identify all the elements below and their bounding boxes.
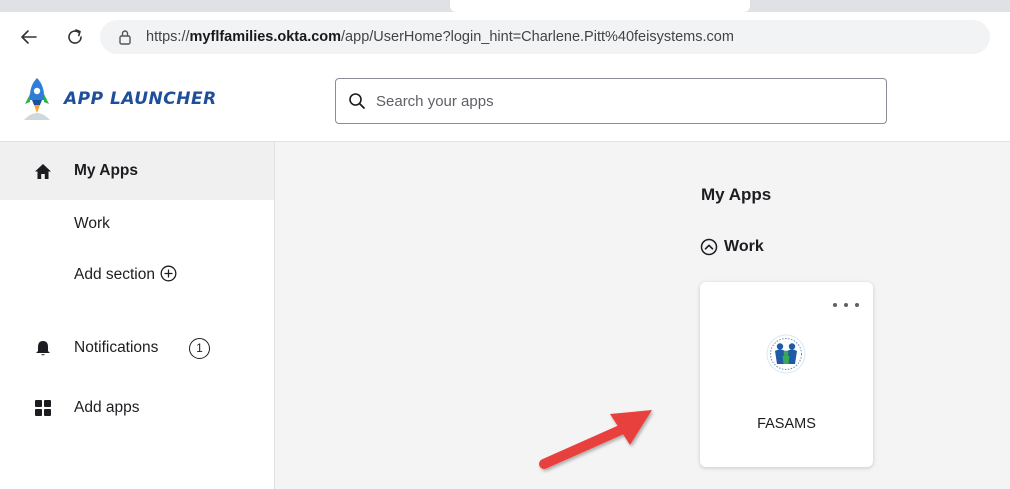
back-button[interactable] bbox=[14, 22, 44, 52]
sidebar-item-label: Add section bbox=[74, 265, 177, 284]
search-icon bbox=[349, 93, 365, 109]
logo-wordmark: APP LAUNCHER bbox=[64, 89, 217, 109]
page-title: My Apps bbox=[701, 185, 772, 204]
sidebar-item-work[interactable]: Work bbox=[0, 200, 274, 248]
rocket-logo-icon bbox=[24, 78, 50, 120]
search-box[interactable] bbox=[335, 78, 887, 124]
add-section-text: Add section bbox=[74, 265, 155, 283]
annotation-arrow-icon bbox=[539, 410, 652, 469]
search-input[interactable] bbox=[376, 92, 856, 110]
sidebar-item-notifications[interactable]: Notifications 1 bbox=[0, 326, 274, 370]
apps-grid-icon bbox=[34, 399, 52, 417]
address-bar[interactable]: https://myflfamilies.okta.com/app/UserHo… bbox=[100, 20, 990, 54]
more-options-icon[interactable] bbox=[833, 298, 859, 312]
url-prefix: https:// bbox=[146, 29, 190, 45]
app-tile-label: FASAMS bbox=[757, 416, 816, 432]
sidebar-item-add-section[interactable]: Add section bbox=[0, 250, 274, 298]
site-info-icon[interactable] bbox=[118, 29, 132, 45]
sidebar-item-my-apps[interactable]: My Apps bbox=[0, 142, 274, 200]
url-domain: myflfamilies.okta.com bbox=[189, 29, 342, 45]
bell-icon bbox=[34, 339, 52, 357]
sidebar-item-label: Notifications bbox=[74, 339, 159, 356]
section-label: Work bbox=[724, 238, 764, 255]
sidebar-item-label: Add apps bbox=[74, 399, 140, 416]
section-toggle-work[interactable]: Work bbox=[700, 238, 764, 256]
app-tile-fasams[interactable]: FASAMS bbox=[700, 282, 873, 467]
notifications-count-badge: 1 bbox=[189, 337, 210, 359]
browser-active-tab[interactable] bbox=[450, 0, 750, 12]
back-arrow-icon bbox=[21, 30, 37, 44]
reload-icon bbox=[68, 29, 82, 44]
plus-circle-icon bbox=[160, 265, 177, 282]
browser-tab-strip bbox=[0, 0, 1010, 12]
home-icon bbox=[34, 163, 52, 180]
app-header: APP LAUNCHER bbox=[0, 62, 1010, 142]
fasams-app-logo-icon bbox=[766, 334, 806, 379]
url-path: /app/UserHome?login_hint=Charlene.Pitt%4… bbox=[341, 29, 734, 45]
browser-toolbar: https://myflfamilies.okta.com/app/UserHo… bbox=[0, 12, 1010, 62]
chevron-up-circle-icon bbox=[700, 238, 718, 256]
sidebar: My Apps Work Add section Notifications 1… bbox=[0, 142, 275, 489]
reload-button[interactable] bbox=[60, 22, 90, 52]
sidebar-item-label: My Apps bbox=[74, 162, 139, 179]
sidebar-item-label: Work bbox=[74, 215, 110, 232]
sidebar-item-add-apps[interactable]: Add apps bbox=[0, 386, 274, 430]
app-launcher-logo[interactable]: APP LAUNCHER bbox=[22, 76, 217, 122]
